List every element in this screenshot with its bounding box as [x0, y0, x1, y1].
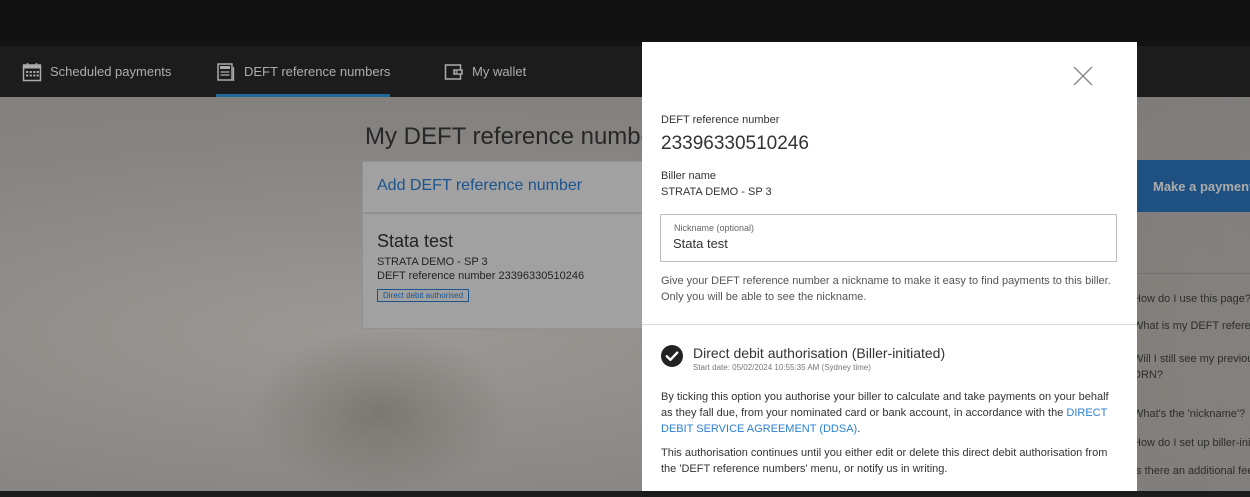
checkmark-circle-icon[interactable]	[661, 345, 683, 367]
drn-label: DEFT reference number	[661, 114, 780, 126]
nickname-field[interactable]: Nickname (optional)	[660, 214, 1117, 262]
direct-debit-title: Direct debit authorisation (Biller-initi…	[693, 345, 946, 361]
direct-debit-start-date: Start date: 05/02/2024 10:55:35 AM (Sydn…	[693, 363, 871, 372]
biller-name-value: STRATA DEMO - SP 3	[661, 186, 772, 198]
close-icon[interactable]	[1070, 63, 1096, 89]
drn-value: 23396330510246	[661, 133, 809, 154]
direct-debit-continuation: This authorisation continues until you e…	[661, 447, 1108, 475]
terms-text-end: .	[857, 423, 861, 435]
direct-debit-terms: By ticking this option you authorise you…	[661, 389, 1121, 437]
biller-name-label: Biller name	[661, 170, 717, 182]
terms-text: By ticking this option you authorise you…	[661, 391, 1109, 419]
nickname-label: Nickname (optional)	[674, 223, 755, 233]
nickname-input[interactable]	[673, 236, 1093, 251]
section-divider	[642, 324, 1137, 325]
nickname-help-text: Give your DEFT reference number a nickna…	[661, 275, 1111, 303]
